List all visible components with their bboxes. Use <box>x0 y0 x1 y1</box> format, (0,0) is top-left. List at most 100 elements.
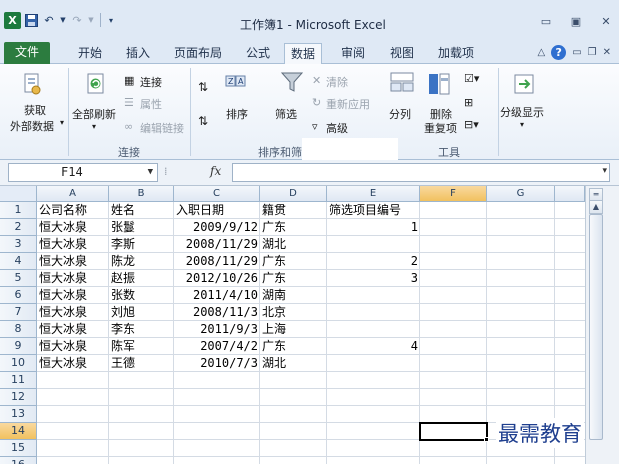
tab-data[interactable]: 数据 <box>284 43 323 65</box>
tab-insert[interactable]: 插入 <box>120 43 156 64</box>
row-header-6[interactable]: 6 <box>0 287 37 304</box>
tab-view[interactable]: 视图 <box>384 43 420 64</box>
remove-duplicates-label-2[interactable]: 重复项 <box>424 120 457 136</box>
maximize-icon[interactable]: ▣ <box>569 14 583 28</box>
cell-a5[interactable]: 恒大冰泉 <box>37 270 89 287</box>
tab-formulas[interactable]: 公式 <box>240 43 276 64</box>
cell-a3[interactable]: 恒大冰泉 <box>37 236 89 253</box>
row-header-14[interactable]: 14 <box>0 423 37 440</box>
cell-c9[interactable]: 2007/4/2 <box>174 338 260 355</box>
undo-icon[interactable]: ↶ <box>41 11 57 29</box>
cell-b3[interactable]: 李斯 <box>109 236 137 253</box>
active-cell-border[interactable] <box>419 422 488 441</box>
edit-links-button[interactable]: 编辑链接 <box>140 120 184 136</box>
cell-c8[interactable]: 2011/9/3 <box>174 321 260 338</box>
cell-c7[interactable]: 2008/11/3 <box>174 304 260 321</box>
redo-dropdown-icon[interactable]: ▼ <box>87 11 95 29</box>
outline-dropdown-icon[interactable]: ▾ <box>520 120 524 129</box>
cell-c5[interactable]: 2012/10/26 <box>174 270 260 287</box>
tab-home[interactable]: 开始 <box>72 43 108 64</box>
cell-b9[interactable]: 陈军 <box>109 338 137 355</box>
cell-a6[interactable]: 恒大冰泉 <box>37 287 89 304</box>
cell-e9[interactable]: 4 <box>327 338 420 355</box>
save-icon[interactable] <box>23 11 39 29</box>
cell-a7[interactable]: 恒大冰泉 <box>37 304 89 321</box>
column-header-partial[interactable] <box>555 186 585 202</box>
sort-icon[interactable]: ZA <box>224 74 248 98</box>
workbook-minimize-icon[interactable]: ▭ <box>572 47 581 58</box>
remove-duplicates-icon[interactable] <box>428 72 452 96</box>
select-all-corner[interactable] <box>0 186 37 202</box>
tab-page-layout[interactable]: 页面布局 <box>168 43 228 64</box>
sort-ascending-icon[interactable]: ⇅ <box>198 80 208 94</box>
outline-icon[interactable] <box>512 72 536 96</box>
tab-review[interactable]: 审阅 <box>335 43 371 64</box>
cell-c6[interactable]: 2011/4/10 <box>174 287 260 304</box>
cell-b8[interactable]: 李东 <box>109 321 137 338</box>
row-header-8[interactable]: 8 <box>0 321 37 338</box>
what-if-analysis-icon[interactable]: ⊟▾ <box>464 118 479 131</box>
cell-e4[interactable]: 2 <box>327 253 420 270</box>
cell-a4[interactable]: 恒大冰泉 <box>37 253 89 270</box>
row-header-12[interactable]: 12 <box>0 389 37 406</box>
reapply-button[interactable]: 重新应用 <box>326 96 370 112</box>
cell-d6[interactable]: 湖南 <box>260 287 288 304</box>
refresh-all-label[interactable]: 全部刷新 <box>72 106 116 122</box>
connections-icon[interactable]: ▦ <box>124 74 134 87</box>
undo-dropdown-icon[interactable]: ▼ <box>59 11 67 29</box>
row-header-2[interactable]: 2 <box>0 219 37 236</box>
get-external-data-icon[interactable] <box>20 72 44 96</box>
text-to-columns-label[interactable]: 分列 <box>389 106 411 122</box>
cell-a2[interactable]: 恒大冰泉 <box>37 219 89 236</box>
column-header-a[interactable]: A <box>37 186 109 202</box>
cell-c1[interactable]: 入职日期 <box>174 202 226 219</box>
fill-handle[interactable] <box>484 437 489 442</box>
redo-icon[interactable]: ↷ <box>69 11 85 29</box>
excel-logo-icon[interactable]: X <box>4 11 21 29</box>
cell-b6[interactable]: 张数 <box>109 287 137 304</box>
cell-b1[interactable]: 姓名 <box>109 202 137 219</box>
collapse-ribbon-icon[interactable]: △ <box>537 47 545 58</box>
row-header-5[interactable]: 5 <box>0 270 37 287</box>
cell-e2[interactable]: 1 <box>327 219 420 236</box>
cell-b5[interactable]: 赵振 <box>109 270 137 287</box>
row-header-4[interactable]: 4 <box>0 253 37 270</box>
column-header-f[interactable]: F <box>420 186 487 202</box>
sort-descending-icon[interactable]: ⇅ <box>198 114 208 128</box>
column-header-e[interactable]: E <box>327 186 420 202</box>
column-header-g[interactable]: G <box>487 186 555 202</box>
properties-button[interactable]: 属性 <box>140 96 162 112</box>
cell-b4[interactable]: 陈龙 <box>109 253 137 270</box>
close-icon[interactable]: ✕ <box>599 14 613 28</box>
cell-d10[interactable]: 湖北 <box>260 355 288 372</box>
row-header-7[interactable]: 7 <box>0 304 37 321</box>
help-icon[interactable]: ? <box>551 45 567 60</box>
filter-button-label[interactable]: 筛选 <box>275 106 297 122</box>
row-header-10[interactable]: 10 <box>0 355 37 372</box>
refresh-all-icon[interactable] <box>84 72 108 96</box>
cell-b7[interactable]: 刘旭 <box>109 304 137 321</box>
tab-add-ins[interactable]: 加载项 <box>432 43 480 64</box>
cell-b2[interactable]: 张鬘 <box>109 219 137 236</box>
cell-a9[interactable]: 恒大冰泉 <box>37 338 89 355</box>
advanced-filter-button[interactable]: 高级 <box>326 120 348 136</box>
row-header-11[interactable]: 11 <box>0 372 37 389</box>
refresh-all-dropdown-icon[interactable]: ▾ <box>92 122 96 131</box>
minimize-icon[interactable]: ▭ <box>539 14 553 28</box>
data-validation-icon[interactable]: ☑▾ <box>464 72 479 85</box>
clear-filter-button[interactable]: 清除 <box>326 74 348 90</box>
insert-function-icon[interactable]: fx <box>210 164 221 178</box>
row-header-15[interactable]: 15 <box>0 440 37 457</box>
text-to-columns-icon[interactable] <box>390 70 414 94</box>
row-header-13[interactable]: 13 <box>0 406 37 423</box>
column-header-c[interactable]: C <box>174 186 260 202</box>
column-header-d[interactable]: D <box>260 186 327 202</box>
get-external-data-dropdown-icon[interactable]: ▾ <box>60 118 64 127</box>
cell-b10[interactable]: 王德 <box>109 355 137 372</box>
scroll-thumb[interactable] <box>589 214 603 440</box>
name-box[interactable]: F14 ▼ <box>8 163 158 182</box>
row-header-9[interactable]: 9 <box>0 338 37 355</box>
name-box-dropdown-icon[interactable]: ▼ <box>148 164 153 181</box>
cell-d8[interactable]: 上海 <box>260 321 288 338</box>
consolidate-icon[interactable]: ⊞ <box>464 96 473 109</box>
